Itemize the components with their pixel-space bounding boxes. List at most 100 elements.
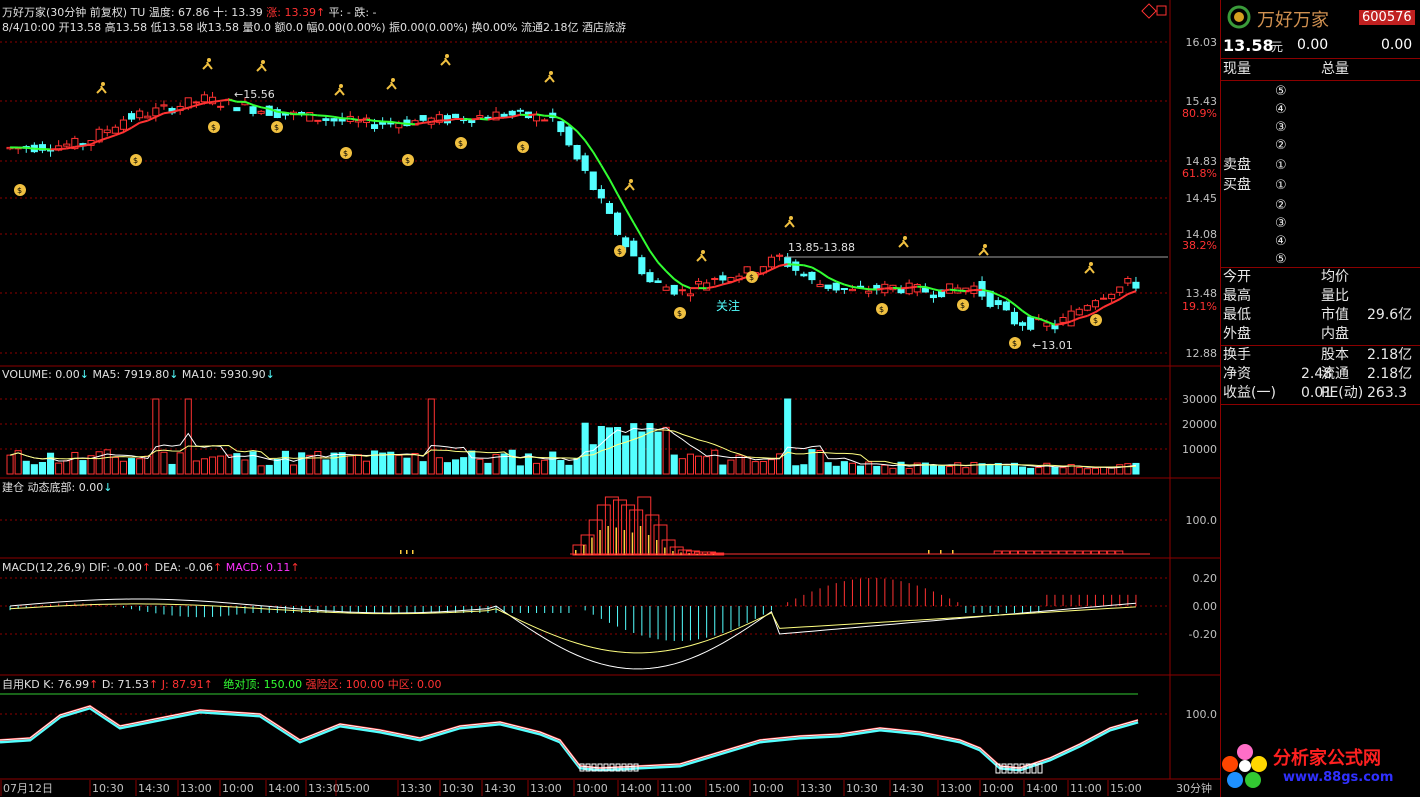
time-axis-label: 14:00 xyxy=(268,782,300,795)
money-bag-icon: $ xyxy=(674,307,686,319)
candle-body xyxy=(314,119,322,122)
candle-body xyxy=(233,107,241,112)
ma-line-segment xyxy=(860,287,869,291)
svg-text:$: $ xyxy=(677,309,682,318)
jiancang-mark xyxy=(928,550,930,554)
order-level: ④ xyxy=(1275,102,1287,117)
macd-axis-label: -0.20 xyxy=(1189,628,1217,641)
svg-text:$: $ xyxy=(749,273,754,282)
ma-line-segment xyxy=(640,236,651,252)
volume-bar xyxy=(379,452,387,475)
volume-axis-label: 20000 xyxy=(1182,418,1217,431)
volume-bar xyxy=(962,467,970,475)
time-axis-label: 10:00 xyxy=(576,782,608,795)
volume-bar xyxy=(516,465,524,475)
candle-body xyxy=(776,254,784,257)
svg-text:$: $ xyxy=(274,123,279,132)
candle-body xyxy=(160,104,168,107)
ma-line-segment xyxy=(552,114,562,120)
ma-line-segment xyxy=(819,271,829,279)
time-axis-label: 10:30 xyxy=(442,782,474,795)
jiancang-bar xyxy=(1018,550,1027,555)
volume-bar xyxy=(719,464,727,475)
candle-body xyxy=(119,119,128,130)
brand-name: 万好万家 xyxy=(1257,10,1329,31)
dif-line xyxy=(10,598,1136,670)
dea-line xyxy=(10,603,1136,654)
ma-line-segment xyxy=(722,281,732,286)
jiancang-bar-inner xyxy=(607,526,609,555)
ma-line-segment xyxy=(374,119,383,123)
volume-bar xyxy=(346,455,354,475)
volume-bar xyxy=(290,464,298,475)
volume-bar xyxy=(330,452,338,475)
runner-icon xyxy=(696,250,707,262)
pct-value: 0.00 xyxy=(1381,37,1413,53)
time-axis-label: 13:00 xyxy=(180,782,212,795)
stat-label: 外盘 xyxy=(1223,326,1251,342)
volume-bar xyxy=(47,452,55,475)
macd-axis-label: 0.00 xyxy=(1193,600,1218,613)
ma-line-segment xyxy=(212,99,221,103)
time-axis-label: 10:30 xyxy=(846,782,878,795)
ma-line-segment xyxy=(447,118,456,122)
ma-line-segment xyxy=(325,114,335,118)
price-axis-label: 16.03 xyxy=(1186,36,1218,49)
volume-bar xyxy=(832,465,840,475)
volume-bar xyxy=(751,461,759,475)
money-bag-icon: $ xyxy=(517,141,529,153)
money-bag-icon: $ xyxy=(957,299,969,311)
candle-body xyxy=(913,283,921,293)
candle-body xyxy=(622,237,630,248)
jiancang-bar xyxy=(1034,550,1043,555)
candle-body xyxy=(1132,281,1140,289)
candle-body xyxy=(516,109,524,112)
volume-bars xyxy=(6,398,1140,475)
ma-line-segment xyxy=(632,222,643,238)
ma-line-segment xyxy=(479,117,489,121)
volume-bar xyxy=(111,456,119,475)
jiancang-bars xyxy=(400,496,1150,556)
ma-line-segment xyxy=(366,118,375,122)
time-axis-label: 07月12日 xyxy=(3,782,53,795)
volume-bar xyxy=(662,426,670,475)
time-axis-label: 13:30 xyxy=(308,782,340,795)
ma-line-segment xyxy=(333,115,343,120)
volume-bar xyxy=(168,463,176,475)
volume-bar xyxy=(840,461,848,475)
candle-body xyxy=(670,284,678,295)
runner-icon xyxy=(96,82,107,94)
ma-line-segment xyxy=(584,139,595,153)
ma-line-segment xyxy=(58,147,67,151)
volume-bar xyxy=(403,457,411,475)
jiancang-bar-inner xyxy=(647,535,650,555)
kd-axis-label: 100.0 xyxy=(1186,708,1218,721)
runner-icon xyxy=(440,54,451,66)
price-axis-label: 12.88 xyxy=(1186,347,1218,360)
ma-line-segment xyxy=(398,122,408,125)
time-axis-label: 10:00 xyxy=(752,782,784,795)
money-bag-icon: $ xyxy=(746,271,758,283)
stock-code: 600576 xyxy=(1359,10,1415,25)
order-level: ④ xyxy=(1275,234,1287,249)
fin-label: 净资 xyxy=(1223,366,1251,382)
time-axis-label: 14:30 xyxy=(484,782,516,795)
volume-bar xyxy=(565,464,573,475)
order-level: ③ xyxy=(1275,120,1287,135)
volume-bar xyxy=(816,450,824,475)
ma-line-segment xyxy=(787,263,796,266)
fin-value: 2.18亿 xyxy=(1367,347,1413,363)
high-annotation: ←15.56 xyxy=(234,88,275,101)
jiancang-bar-inner xyxy=(656,540,658,555)
stat-label: 最高 xyxy=(1223,288,1251,304)
ma-line-segment xyxy=(1119,293,1129,301)
order-level: ② xyxy=(1275,198,1287,213)
macd-axis-label: 0.20 xyxy=(1193,572,1218,585)
volume-bar xyxy=(1083,468,1091,475)
volume-bar xyxy=(176,452,184,475)
time-axis-label: 15:00 xyxy=(708,782,740,795)
fin-label: 收益(一) xyxy=(1223,385,1276,401)
ma-line-segment xyxy=(1078,314,1088,319)
candle-body xyxy=(249,106,257,114)
ma-line-segment xyxy=(997,293,1007,300)
